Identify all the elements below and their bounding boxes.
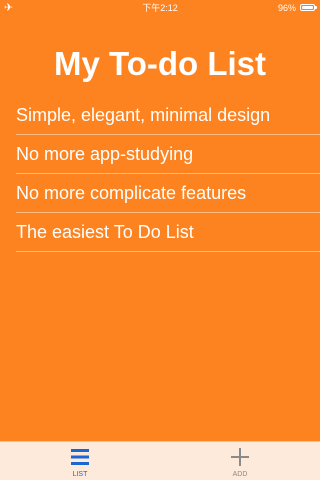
tab-list-label: LIST	[72, 471, 88, 478]
todo-item[interactable]: The easiest To Do List	[16, 213, 320, 252]
tab-list[interactable]: LIST	[0, 442, 160, 480]
todo-item[interactable]: No more complicate features	[16, 174, 320, 213]
tab-add[interactable]: ADD	[160, 442, 320, 480]
battery-fill	[302, 6, 313, 9]
battery-icon	[300, 4, 317, 11]
tab-bar: LIST ADD	[0, 441, 320, 480]
status-time: 下午2:12	[142, 3, 178, 13]
status-bar: ✈ 下午2:12 96%	[0, 0, 320, 16]
tab-add-label: ADD	[232, 471, 248, 478]
todo-list: Simple, elegant, minimal design No more …	[0, 96, 320, 252]
page-title: My To-do List	[53, 45, 267, 82]
list-icon	[71, 449, 89, 465]
plus-icon	[231, 448, 249, 466]
todo-item[interactable]: Simple, elegant, minimal design	[16, 96, 320, 135]
todo-item[interactable]: No more app-studying	[16, 135, 320, 174]
battery-percent: 96%	[277, 3, 296, 13]
